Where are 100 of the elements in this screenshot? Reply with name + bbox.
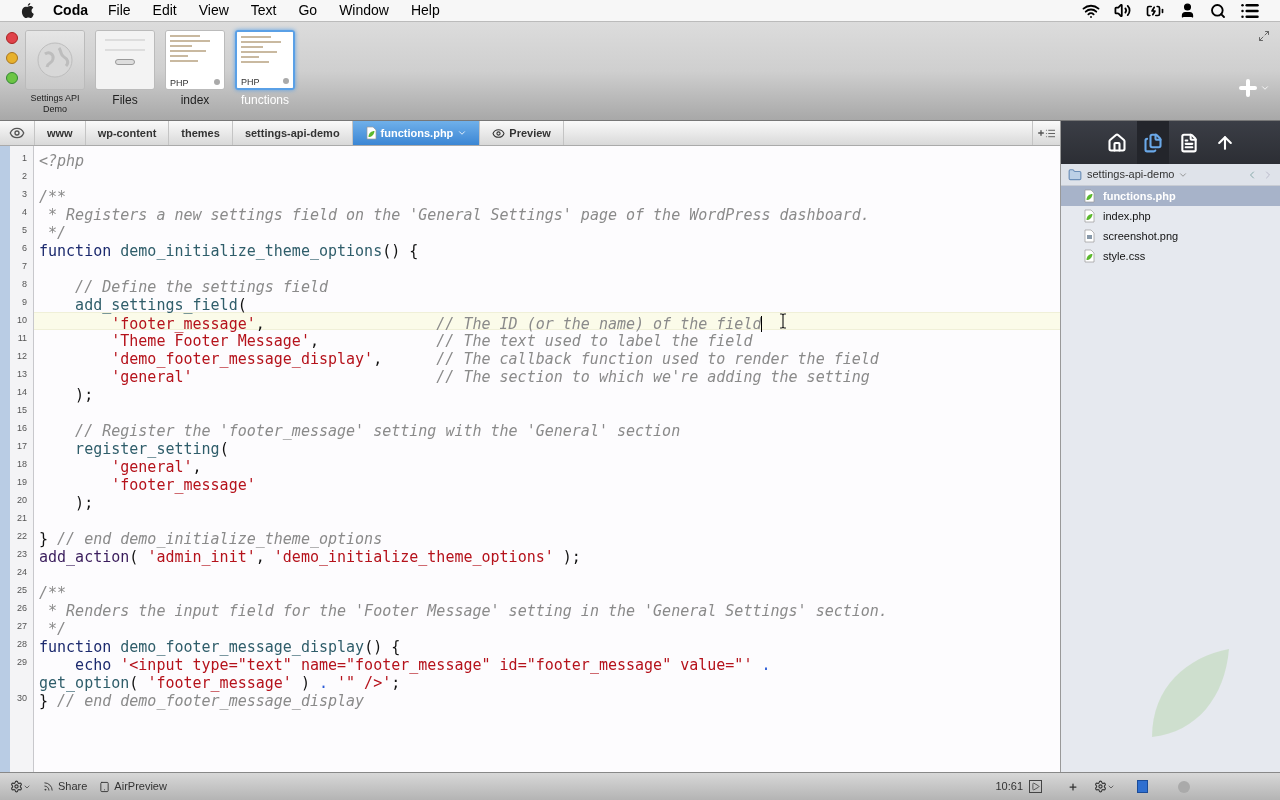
fullscreen-icon[interactable]	[1258, 30, 1270, 42]
menu-item[interactable]: Text	[250, 0, 277, 21]
line-number: 3	[22, 188, 27, 202]
code-line: add_settings_field(	[74, 296, 247, 314]
line-number: 5	[22, 224, 27, 238]
code-line: function demo_initialize_theme_options() {	[39, 242, 419, 260]
sidebar-row[interactable]: index.php	[1061, 206, 1280, 226]
zoom-window-button[interactable]	[6, 72, 18, 84]
menu-item[interactable]: Go	[298, 0, 318, 21]
settings-menu-button[interactable]	[1094, 780, 1115, 793]
code-line: /**	[39, 584, 67, 602]
eye-icon[interactable]	[9, 125, 25, 141]
sidebar-toggle-icon[interactable]	[1137, 780, 1148, 793]
code-line: 'demo_footer_message_display', // The callback function used to render the field	[110, 350, 879, 368]
menu-item[interactable]: File	[108, 0, 131, 21]
code-line: );	[74, 494, 94, 512]
line-number: 26	[17, 602, 27, 616]
airpreview-button[interactable]: AirPreview	[99, 778, 167, 795]
path-crumb[interactable]: themes	[169, 121, 233, 145]
code-line: } // end demo_initialize_theme_options	[39, 530, 383, 548]
code-line: 'general' // The section to which we're adding the setting	[110, 368, 870, 386]
sidebar-row[interactable]: style.css	[1061, 246, 1280, 266]
line-number: 13	[17, 368, 27, 382]
files-icon	[1142, 132, 1163, 153]
path-crumb[interactable]: www	[35, 121, 86, 145]
line-number: 16	[17, 422, 27, 436]
line-number: 18	[17, 458, 27, 472]
code-line: echo '<input type="text" name="footer_message" id="footer_message" value="' .	[74, 656, 771, 674]
eye-icon	[492, 126, 506, 140]
menu-item[interactable]: Edit	[152, 0, 177, 21]
app-menu[interactable]: Coda	[53, 0, 88, 21]
menu-item[interactable]: Window	[339, 0, 389, 21]
code-line: // Define the settings field	[74, 278, 328, 296]
path-crumb[interactable]: settings-api-demo	[232, 121, 353, 145]
gear-icon	[1094, 780, 1107, 793]
code-line: get_option( 'footer_message' ) . '" />';	[39, 674, 401, 692]
files-thumbnail	[96, 31, 154, 89]
code-line: 'general',	[110, 458, 202, 476]
code-line: } // end demo_footer_message_display	[39, 692, 365, 710]
menu-item[interactable]: Help	[410, 0, 440, 21]
caret-icon	[457, 128, 468, 138]
code-line: function demo_footer_message_display() {	[39, 638, 401, 656]
line-number: 11	[17, 332, 27, 346]
user-icon[interactable]	[1179, 2, 1196, 19]
code-line: * Renders the input field for the 'Footer Message' setting in the 'General Settings' section.	[47, 602, 888, 620]
share-button[interactable]: Share	[43, 778, 88, 795]
sidebar-row[interactable]: screenshot.png	[1061, 226, 1280, 246]
line-number: 29	[17, 656, 27, 670]
line-number: 19	[17, 476, 27, 490]
search-icon[interactable]	[1210, 2, 1226, 19]
gear-icon	[10, 780, 23, 793]
code-editor[interactable]	[0, 146, 1060, 772]
add-icon[interactable]	[1068, 781, 1078, 792]
line-number: 9	[22, 296, 27, 310]
image-file-icon	[1083, 229, 1095, 243]
line-number: 7	[22, 260, 27, 274]
home-icon	[1106, 132, 1127, 153]
path-crumb[interactable]: Preview	[480, 121, 564, 145]
doc-icon	[1178, 132, 1199, 153]
code-line: 'footer_message'	[110, 476, 256, 494]
line-number: 21	[17, 512, 27, 526]
play-icon[interactable]	[1029, 780, 1042, 793]
tablet-icon	[99, 780, 111, 793]
code-line: add_action( 'admin_init', 'demo_initialize_theme_options' );	[39, 548, 581, 566]
line-number: 6	[22, 242, 27, 256]
code-line: */	[47, 620, 67, 638]
php-label: PHP	[241, 76, 260, 88]
line-number: 4	[22, 206, 27, 220]
path-crumb[interactable]: wp-content	[85, 121, 170, 145]
files-tab[interactable]	[1136, 121, 1169, 164]
code-line: */	[47, 224, 67, 242]
text-cursor-icon	[779, 313, 787, 329]
code-line: );	[74, 386, 94, 404]
line-number: 2	[22, 170, 27, 184]
line-number: 20	[17, 494, 27, 508]
line-number: 24	[17, 566, 27, 580]
php-label: PHP	[170, 77, 189, 89]
line-number: 12	[17, 350, 27, 364]
leaf-file-icon	[1083, 209, 1095, 223]
close-window-button[interactable]	[6, 32, 18, 44]
menu-item[interactable]: View	[198, 0, 229, 21]
leaf-file-icon	[364, 126, 377, 140]
folder-icon	[1067, 167, 1083, 182]
line-number: 27	[17, 620, 27, 634]
caret-icon	[1260, 83, 1270, 93]
apple-icon[interactable]	[20, 2, 35, 19]
code-line: // Register the 'footer_message' setting with the 'General' section	[74, 422, 681, 440]
code-line: 'footer_message', // The ID (or the name) of the field	[110, 315, 763, 333]
broadcast-icon	[43, 781, 54, 792]
plus-icon	[1236, 76, 1260, 100]
line-number: 23	[17, 548, 27, 562]
folder-name[interactable]: settings-api-demo	[1087, 166, 1175, 183]
line-number: 22	[17, 530, 27, 544]
line-number: 30	[17, 692, 27, 706]
line-number: 10	[17, 314, 27, 328]
volume-icon[interactable]	[1114, 2, 1131, 19]
cursor-position: 10:61	[995, 779, 1023, 795]
code-line: register_setting(	[74, 440, 229, 458]
settings-menu-button[interactable]	[10, 780, 31, 793]
code-line: /**	[39, 188, 67, 206]
